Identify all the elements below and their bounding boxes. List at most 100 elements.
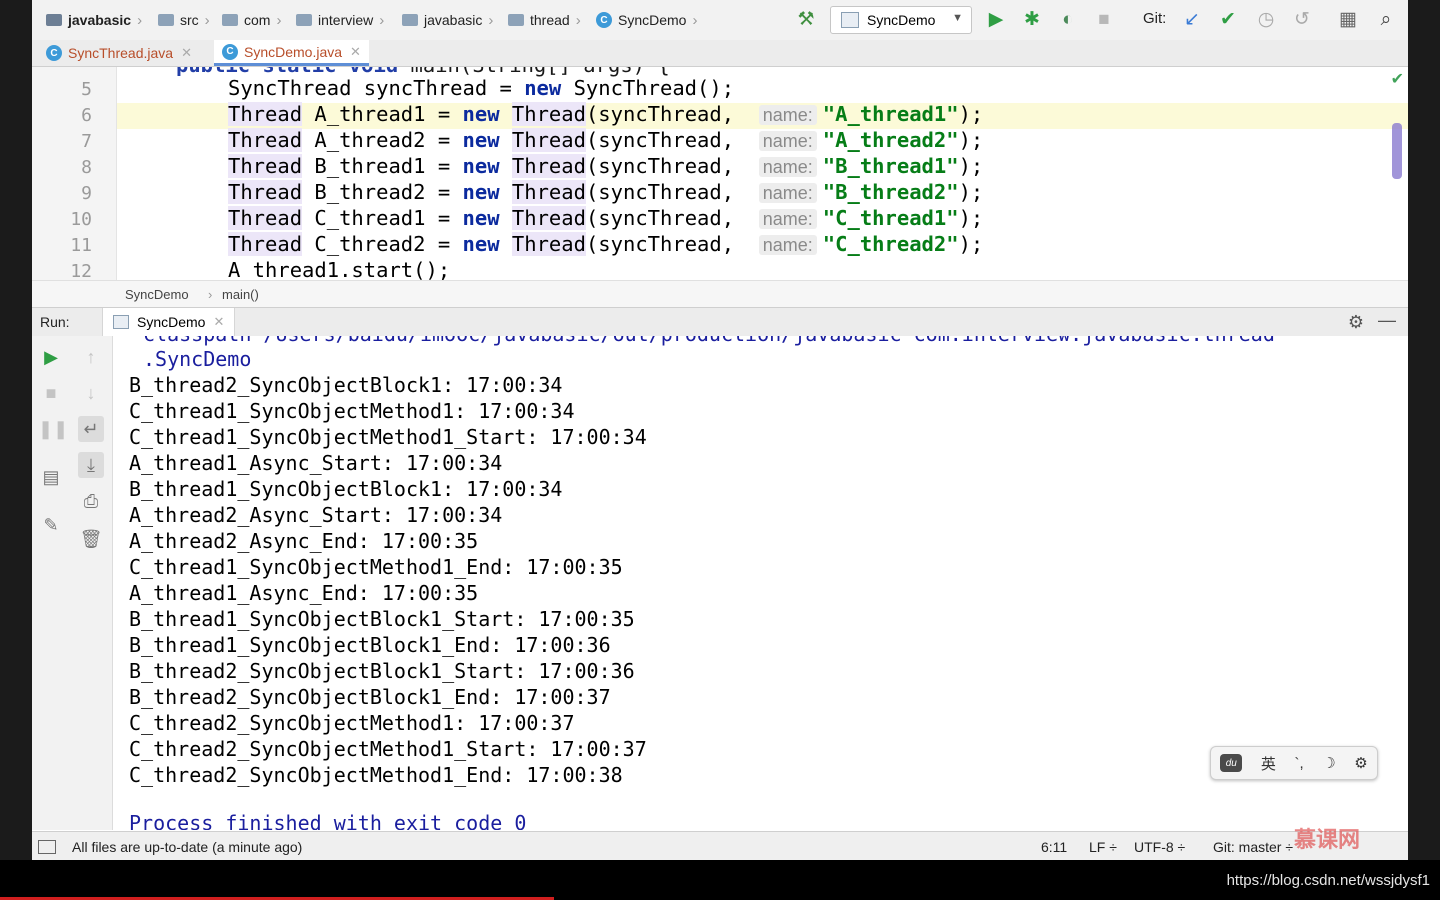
scroll-to-end-icon[interactable]: ⤓ bbox=[78, 452, 104, 478]
trash-icon[interactable]: 🗑 bbox=[78, 526, 104, 552]
mooc-watermark-logo: 慕课网 bbox=[1294, 827, 1361, 852]
ime-toolbar[interactable]: du 英 `, ☽ ⚙ bbox=[1210, 746, 1378, 780]
video-right-border bbox=[1408, 0, 1440, 860]
soft-wrap-icon[interactable]: ↵ bbox=[78, 416, 104, 442]
project-structure-icon[interactable]: ▦ bbox=[1336, 9, 1360, 31]
print-icon[interactable]: ⎙ bbox=[78, 488, 104, 514]
run-coverage-icon[interactable]: ◐ bbox=[1056, 9, 1080, 31]
line-number: 5 bbox=[81, 79, 92, 100]
console-line: A_thread1_Async_Start: 17:00:34 bbox=[129, 451, 503, 475]
crumb-thread[interactable]: thread › bbox=[508, 11, 581, 29]
pause-icon[interactable]: ❚❚ bbox=[38, 416, 68, 442]
crumb-method[interactable]: main() bbox=[222, 287, 259, 302]
revert-icon[interactable]: ↺ bbox=[1290, 9, 1314, 31]
line-number: 12 bbox=[70, 261, 92, 280]
video-bottom-bar bbox=[0, 860, 1440, 900]
code-editor[interactable]: public static void main(String[] args) {… bbox=[32, 67, 1408, 280]
tab-syncdemo[interactable]: C SyncDemo.java ✕ bbox=[214, 40, 369, 66]
code-line: Thread A_thread2 = new Thread(syncThread… bbox=[228, 128, 984, 152]
layout-icon[interactable]: ▤ bbox=[38, 464, 64, 490]
code-line: Thread A_thread1 = new Thread(syncThread… bbox=[228, 102, 984, 126]
git-update-icon[interactable]: ↙ bbox=[1180, 9, 1204, 31]
console-line: C_thread1_SyncObjectMethod1: 17:00:34 bbox=[129, 399, 575, 423]
ime-punctuation-toggle[interactable]: `, bbox=[1294, 755, 1303, 772]
line-separator-select[interactable]: LF ÷ bbox=[1089, 839, 1117, 855]
folder-icon bbox=[296, 14, 312, 26]
pin-icon[interactable]: ✎ bbox=[38, 512, 64, 538]
run-config-icon bbox=[113, 315, 129, 329]
console-line: B_thread2_SyncObjectBlock1_Start: 17:00:… bbox=[129, 659, 635, 683]
close-icon[interactable]: ✕ bbox=[213, 314, 224, 330]
git-commit-check-icon[interactable]: ✔ bbox=[1216, 9, 1240, 31]
encoding-select[interactable]: UTF-8 ÷ bbox=[1134, 839, 1185, 855]
console-line: A_thread2_Async_End: 17:00:35 bbox=[129, 529, 479, 553]
git-branch-select[interactable]: Git: master ÷ bbox=[1213, 839, 1293, 855]
crumb-project[interactable]: javabasic › bbox=[46, 11, 142, 29]
close-icon[interactable]: ✕ bbox=[181, 45, 192, 61]
build-hammer-icon[interactable]: ⚒ bbox=[794, 9, 818, 31]
run-tab-syncdemo[interactable]: SyncDemo ✕ bbox=[102, 308, 236, 336]
console-line: B_thread1_SyncObjectBlock1: 17:00:34 bbox=[129, 477, 563, 501]
crumb-class[interactable]: SyncDemo bbox=[125, 287, 189, 302]
video-left-border bbox=[0, 0, 32, 860]
ime-language-toggle[interactable]: 英 bbox=[1261, 753, 1276, 774]
arrow-up-icon[interactable]: ↑ bbox=[78, 344, 104, 370]
editor-tab-bar: C SyncThread.java ✕ C SyncDemo.java ✕ bbox=[32, 40, 1408, 67]
status-message: All files are up-to-date (a minute ago) bbox=[72, 839, 303, 855]
console-line: C_thread1_SyncObjectMethod1_End: 17:00:3… bbox=[129, 555, 623, 579]
ime-settings-gear-icon[interactable]: ⚙ bbox=[1354, 754, 1367, 772]
gear-icon[interactable]: ⚙ bbox=[1348, 312, 1364, 333]
arrow-down-icon[interactable]: ↓ bbox=[78, 380, 104, 406]
line-number: 11 bbox=[70, 235, 92, 256]
close-icon[interactable]: ✕ bbox=[350, 44, 361, 60]
search-icon[interactable]: ⌕ bbox=[1374, 9, 1398, 31]
run-icon[interactable]: ▶ bbox=[984, 9, 1008, 31]
crumb-javabasic[interactable]: javabasic › bbox=[402, 11, 493, 29]
run-configuration-select[interactable]: SyncDemo ▼ bbox=[830, 6, 972, 34]
line-number: 7 bbox=[81, 131, 92, 152]
editor-scrollbar[interactable] bbox=[1392, 123, 1402, 179]
console-line: C_thread2_SyncObjectMethod1: 17:00:37 bbox=[129, 711, 575, 735]
console-line: B_thread1_SyncObjectBlock1_End: 17:00:36 bbox=[129, 633, 611, 657]
crumb-com[interactable]: com › bbox=[222, 11, 281, 29]
line-number: 10 bbox=[70, 209, 92, 230]
code-line: Thread C_thread1 = new Thread(syncThread… bbox=[228, 206, 984, 230]
inspection-ok-check-icon: ✔ bbox=[1390, 71, 1404, 88]
ime-theme-moon-icon[interactable]: ☽ bbox=[1322, 754, 1335, 772]
project-folder-icon bbox=[46, 14, 62, 26]
stop-icon[interactable]: ■ bbox=[1092, 9, 1116, 31]
ime-logo-icon: du bbox=[1220, 754, 1243, 772]
console-line: A_thread1_Async_End: 17:00:35 bbox=[129, 581, 479, 605]
class-icon: C bbox=[222, 43, 238, 60]
folder-icon bbox=[158, 14, 174, 26]
editor-breadcrumb: SyncDemo › main() bbox=[32, 280, 1408, 307]
code-line: A_thread1.start(); bbox=[228, 258, 451, 280]
chevron-down-icon: ▼ bbox=[952, 12, 963, 24]
watermark-url: https://blog.csdn.net/wssjdysf1 bbox=[1226, 872, 1430, 889]
navigation-bar: javabasic › src › com › interview › javabasi… bbox=[32, 0, 1408, 41]
console-line: C_thread2_SyncObjectMethod1_End: 17:00:3… bbox=[129, 763, 623, 787]
debug-bug-icon[interactable]: ✱ bbox=[1020, 9, 1044, 31]
console-line: A_thread2_Async_Start: 17:00:34 bbox=[129, 503, 503, 527]
code-line: Thread B_thread1 = new Thread(syncThread… bbox=[228, 154, 984, 178]
tab-syncthread[interactable]: C SyncThread.java ✕ bbox=[38, 40, 200, 66]
console-exit-line: Process finished with exit code 0 bbox=[129, 811, 527, 830]
console-line: C_thread2_SyncObjectMethod1_Start: 17:00… bbox=[129, 737, 647, 761]
history-clock-icon[interactable]: ◷ bbox=[1254, 9, 1278, 31]
code-line: SyncThread syncThread = new SyncThread()… bbox=[228, 76, 735, 100]
console-line: .SyncDemo bbox=[143, 347, 252, 371]
crumb-interview[interactable]: interview › bbox=[296, 11, 384, 29]
crumb-src[interactable]: src › bbox=[158, 11, 210, 29]
console-line: B_thread1_SyncObjectBlock1_Start: 17:00:… bbox=[129, 607, 635, 631]
code-line: Thread B_thread2 = new Thread(syncThread… bbox=[228, 180, 984, 204]
minimize-icon[interactable]: — bbox=[1378, 310, 1396, 331]
caret-position[interactable]: 6:11 bbox=[1041, 839, 1067, 855]
folder-icon bbox=[508, 14, 524, 26]
crumb-syncdemo[interactable]: C SyncDemo › bbox=[596, 11, 697, 29]
rerun-icon[interactable]: ▶ bbox=[38, 344, 64, 370]
tool-window-toggle-icon[interactable] bbox=[38, 840, 56, 854]
line-number: 8 bbox=[81, 157, 92, 178]
stop-icon[interactable]: ■ bbox=[38, 380, 64, 406]
code-line: Thread C_thread2 = new Thread(syncThread… bbox=[228, 232, 984, 256]
line-number: 6 bbox=[81, 105, 92, 126]
